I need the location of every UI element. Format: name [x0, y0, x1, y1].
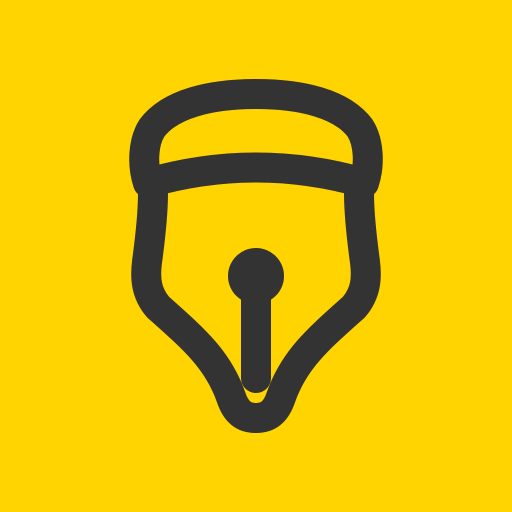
nib-breather-hole	[228, 248, 284, 304]
app-icon	[0, 0, 512, 512]
fountain-pen-nib-icon	[0, 0, 512, 512]
